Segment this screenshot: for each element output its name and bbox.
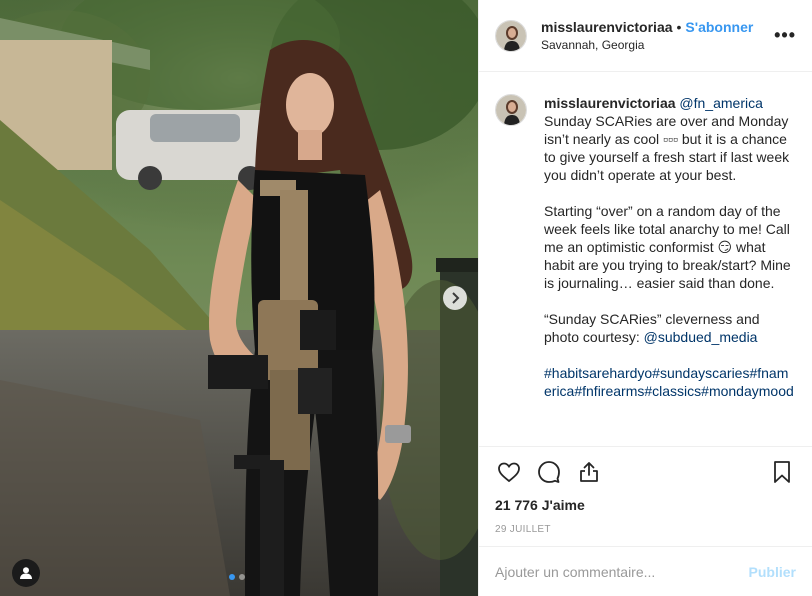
carousel-next-button[interactable] xyxy=(443,286,467,310)
mention-link[interactable]: @fn_america xyxy=(679,95,762,111)
publish-button[interactable]: Publier xyxy=(749,564,796,580)
caption-text: misslaurenvictoriaa @fn_america Sunday S… xyxy=(544,94,796,446)
profile-avatar-icon xyxy=(496,20,526,51)
person-icon xyxy=(20,567,32,579)
share-icon xyxy=(580,462,598,482)
comment-input[interactable] xyxy=(495,563,749,580)
comment-bar: Publier xyxy=(479,546,812,596)
carousel-indicator xyxy=(229,574,245,580)
follow-button[interactable]: S'abonner xyxy=(685,19,753,35)
bookmark-icon xyxy=(774,461,790,483)
caption-paragraph-1: Sunday SCARies are over and Monday isn’t… xyxy=(544,113,790,183)
save-button[interactable] xyxy=(768,458,796,486)
tagged-users-button[interactable] xyxy=(12,559,40,587)
comment-button[interactable] xyxy=(535,458,563,486)
author-username-link[interactable]: misslaurenvictoriaa xyxy=(541,19,673,35)
more-options-button[interactable]: ••• xyxy=(774,25,796,46)
caption-author-avatar[interactable] xyxy=(495,94,527,126)
profile-avatar-icon xyxy=(496,95,526,125)
post-view: misslaurenvictoriaa • S'abonner Savannah… xyxy=(0,0,812,596)
author-avatar[interactable] xyxy=(495,19,527,52)
post-date[interactable]: 29 JUILLET xyxy=(495,524,796,535)
separator-dot: • xyxy=(676,19,682,35)
caption-username-link[interactable]: misslaurenvictoriaa xyxy=(544,95,676,111)
photo-scene xyxy=(0,0,478,596)
location-link[interactable]: Savannah, Georgia xyxy=(541,38,774,52)
likes-count[interactable]: 21 776 J'aime xyxy=(495,497,796,513)
heart-icon xyxy=(498,462,520,483)
share-button[interactable] xyxy=(575,458,603,486)
comment-icon xyxy=(538,461,560,483)
post-actions: 21 776 J'aime 29 JUILLET xyxy=(479,446,812,535)
caption-area: misslaurenvictoriaa @fn_america Sunday S… xyxy=(479,72,812,446)
post-photo[interactable] xyxy=(0,0,478,596)
more-horizontal-icon: ••• xyxy=(774,25,796,45)
photo-credit-link[interactable]: @subdued_media xyxy=(644,329,758,345)
carousel-dot xyxy=(239,574,245,580)
chevron-right-icon xyxy=(452,292,460,304)
carousel-dot-active xyxy=(229,574,235,580)
smirk-emoji: 😏 xyxy=(717,239,733,255)
post-header: misslaurenvictoriaa • S'abonner Savannah… xyxy=(479,0,812,72)
hashtags-link[interactable]: #habitsarehardyo#sundayscaries#fnamerica… xyxy=(544,364,796,400)
post-side-panel: misslaurenvictoriaa • S'abonner Savannah… xyxy=(478,0,812,596)
like-button[interactable] xyxy=(495,458,523,486)
